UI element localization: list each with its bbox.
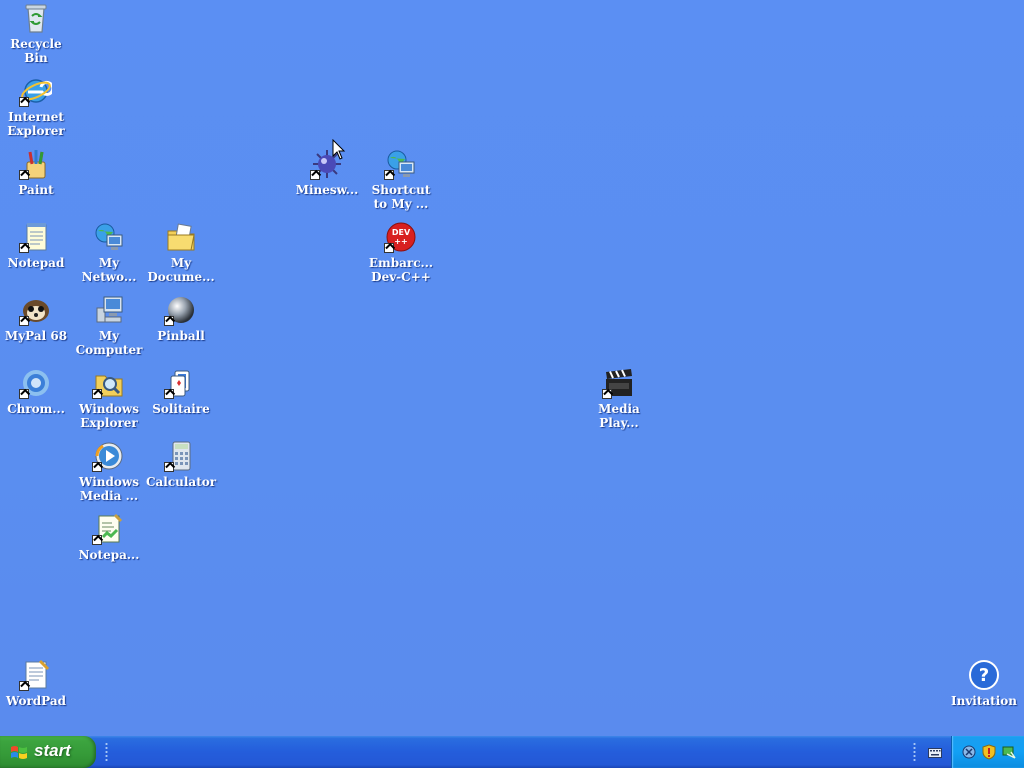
icon-label: Notepa...: [78, 548, 140, 562]
icon-label: Windows Media ...: [78, 475, 140, 503]
shortcut-arrow-icon: [164, 316, 174, 326]
icon-label: My Netwo...: [81, 256, 137, 284]
icon-label: Recycle Bin: [10, 37, 62, 65]
shortcut-arrow-icon: [384, 243, 394, 253]
desktop-icon-windows-media[interactable]: Windows Media ...: [73, 440, 145, 510]
shortcut-arrow-icon: [602, 389, 612, 399]
desktop-icon-my-computer[interactable]: My Computer: [73, 294, 145, 364]
svg-text:?: ?: [979, 665, 989, 686]
taskbar-grip[interactable]: [105, 742, 108, 762]
svg-text:++: ++: [394, 237, 407, 246]
keyboard-icon[interactable]: [928, 748, 942, 758]
desktop-icon-minesweeper[interactable]: Minesw...: [291, 148, 363, 218]
shortcut-arrow-icon: [19, 170, 29, 180]
desktop-icon-notepad-plus[interactable]: Notepa...: [73, 513, 145, 583]
desktop-icon-devcpp[interactable]: DEV ++ Embarc... Dev-C++: [365, 221, 437, 291]
desktop-icon-media-player[interactable]: Media Play...: [583, 367, 655, 437]
documents-folder-icon: [165, 221, 197, 253]
recycle-bin-icon: [20, 2, 52, 34]
mouse-cursor-icon: [332, 139, 346, 160]
desktop-icon-chrome[interactable]: Chrom...: [0, 367, 72, 437]
icon-label: My Docume...: [147, 256, 215, 284]
sync-tray-icon[interactable]: [1001, 744, 1017, 760]
desktop-icon-solitaire[interactable]: Solitaire: [145, 367, 217, 437]
taskbar: start: [0, 736, 1024, 768]
desktop-icon-my-documents[interactable]: My Docume...: [145, 221, 217, 291]
icon-label: Media Play...: [598, 402, 640, 430]
svg-text:DEV: DEV: [392, 228, 411, 237]
quicklaunch-grip[interactable]: [913, 742, 916, 762]
icon-label: Shortcut to My ...: [371, 183, 431, 211]
shortcut-arrow-icon: [19, 97, 29, 107]
icon-label: Chrom...: [7, 402, 65, 416]
desktop-icon-windows-explorer[interactable]: Windows Explorer: [73, 367, 145, 437]
shortcut-arrow-icon: [164, 462, 174, 472]
desktop-icon-invitation[interactable]: ? Invitation: [948, 659, 1020, 729]
shortcut-arrow-icon: [92, 535, 102, 545]
start-label: start: [34, 741, 71, 760]
icon-label: My Computer: [75, 329, 143, 357]
icon-label: Notepad: [7, 256, 65, 270]
icon-label: WordPad: [5, 694, 67, 708]
desktop[interactable]: Recycle Bin Internet Explorer Paint Note…: [0, 0, 1024, 736]
icon-label: Pinball: [157, 329, 205, 343]
windows-logo-icon: [11, 746, 27, 759]
icon-label: Embarc... Dev-C++: [368, 256, 434, 284]
shortcut-arrow-icon: [384, 170, 394, 180]
security-shield-icon[interactable]: [981, 744, 997, 760]
icon-label: Windows Explorer: [78, 402, 140, 430]
start-button[interactable]: start: [0, 736, 96, 768]
shortcut-arrow-icon: [19, 681, 29, 691]
computer-icon: [93, 294, 125, 326]
shortcut-arrow-icon: [19, 243, 29, 253]
desktop-icon-internet-explorer[interactable]: Internet Explorer: [0, 75, 72, 145]
help-icon: ?: [968, 659, 1000, 691]
icon-label: Solitaire: [152, 402, 210, 416]
network-tray-icon[interactable]: [961, 744, 977, 760]
shortcut-arrow-icon: [19, 316, 29, 326]
network-icon: [93, 221, 125, 253]
shortcut-arrow-icon: [92, 389, 102, 399]
icon-label: Minesw...: [295, 183, 359, 197]
icon-label: MyPal 68: [4, 329, 68, 343]
desktop-icon-recycle-bin[interactable]: Recycle Bin: [0, 2, 72, 72]
desktop-icon-my-network[interactable]: My Netwo...: [73, 221, 145, 291]
icon-label: Calculator: [145, 475, 217, 489]
desktop-icon-mypal[interactable]: MyPal 68: [0, 294, 72, 364]
desktop-icon-paint[interactable]: Paint: [0, 148, 72, 218]
icon-label: Paint: [18, 183, 54, 197]
shortcut-arrow-icon: [92, 462, 102, 472]
desktop-icon-calculator[interactable]: Calculator: [145, 440, 217, 510]
desktop-icon-wordpad[interactable]: WordPad: [0, 659, 72, 729]
shortcut-arrow-icon: [310, 170, 320, 180]
desktop-icon-pinball[interactable]: Pinball: [145, 294, 217, 364]
shortcut-arrow-icon: [19, 389, 29, 399]
desktop-icon-shortcut-my[interactable]: Shortcut to My ...: [365, 148, 437, 218]
icon-label: Invitation: [950, 694, 1018, 708]
desktop-icon-notepad[interactable]: Notepad: [0, 221, 72, 291]
shortcut-arrow-icon: [164, 389, 174, 399]
icon-label: Internet Explorer: [7, 110, 65, 138]
system-tray: [951, 736, 1024, 768]
